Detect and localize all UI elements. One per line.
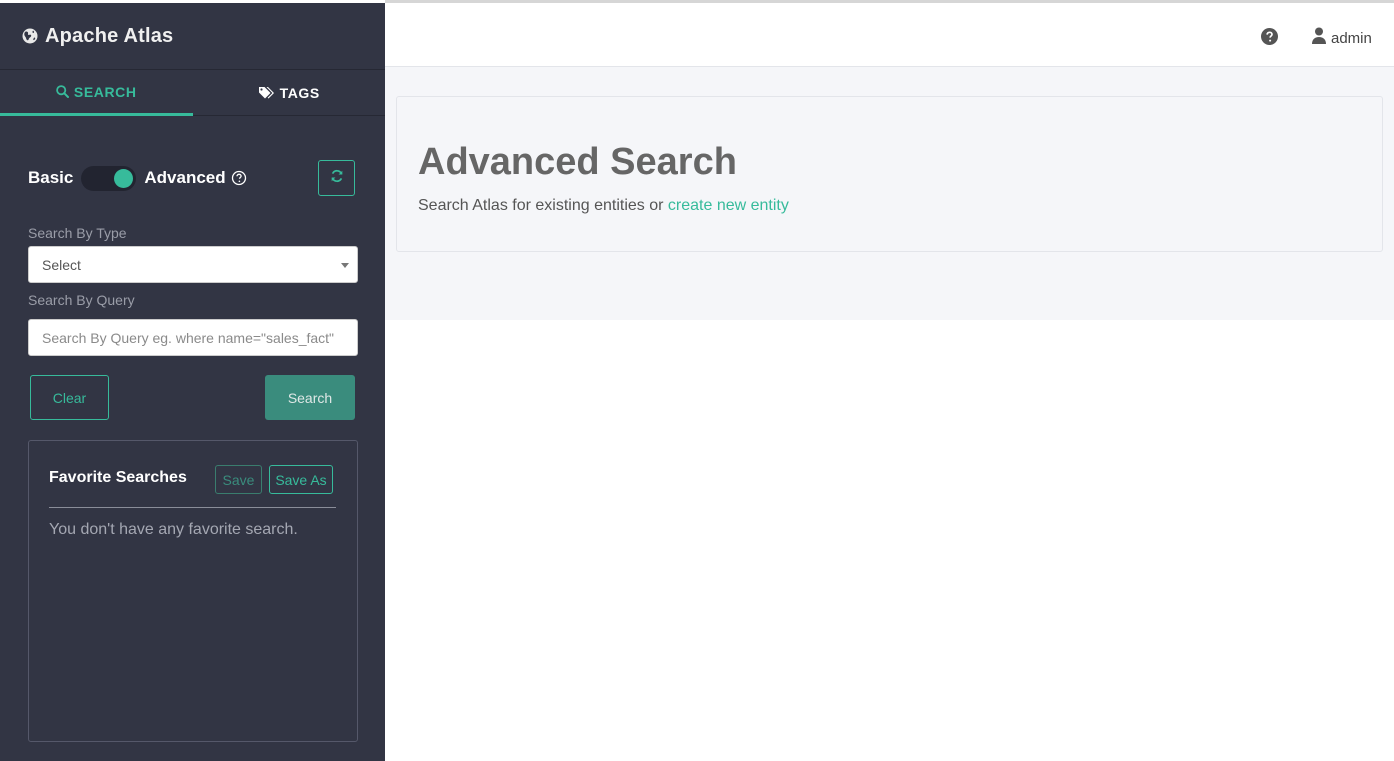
tags-icon — [258, 86, 275, 100]
search-icon — [56, 85, 69, 98]
create-new-entity-link[interactable]: create new entity — [668, 197, 789, 214]
tab-tags-label: TAGS — [279, 84, 320, 101]
tab-tags[interactable]: TAGS — [193, 70, 386, 115]
user-icon — [1312, 27, 1326, 49]
page-title: Advanced Search — [418, 141, 737, 183]
advanced-search-card: Advanced Search Search Atlas for existin… — [396, 96, 1383, 252]
sidebar: Apache Atlas SEARCH TAGS Basic Advanced — [0, 3, 385, 761]
question-circle-icon[interactable] — [1261, 28, 1278, 45]
tab-search-label: SEARCH — [73, 83, 137, 100]
app-title: Apache Atlas — [45, 24, 174, 47]
favorite-searches-panel: Favorite Searches Save Save As You don't… — [28, 440, 358, 742]
toggle-knob — [114, 168, 134, 188]
globe-icon — [22, 28, 38, 44]
refresh-button[interactable] — [318, 160, 355, 196]
search-button[interactable]: Search — [265, 375, 355, 420]
clear-button[interactable]: Clear — [30, 375, 109, 420]
refresh-icon — [330, 169, 344, 188]
favorite-searches-header: Favorite Searches Save Save As — [49, 465, 336, 508]
brand[interactable]: Apache Atlas — [0, 3, 385, 70]
save-button[interactable]: Save — [215, 465, 262, 494]
search-by-type-label: Search By Type — [28, 225, 127, 241]
advanced-label: Advanced — [144, 168, 226, 187]
tab-search[interactable]: SEARCH — [0, 70, 193, 116]
favorite-searches-title: Favorite Searches — [49, 469, 187, 486]
sidebar-tabs: SEARCH TAGS — [0, 70, 385, 116]
caret-down-icon — [341, 263, 349, 268]
basic-label: Basic — [28, 168, 74, 187]
search-by-type-select[interactable]: Select — [28, 246, 358, 283]
help-circle-icon[interactable] — [231, 170, 247, 186]
mode-toggle-switch[interactable] — [81, 165, 137, 191]
favorite-empty-message: You don't have any favorite search. — [49, 521, 298, 538]
subtitle-text: Search Atlas for existing entities or — [418, 197, 668, 214]
search-by-query-label: Search By Query — [28, 292, 135, 308]
user-name: admin — [1331, 29, 1372, 47]
user-menu[interactable]: admin — [1312, 27, 1372, 49]
save-as-button[interactable]: Save As — [269, 465, 333, 494]
mode-toggle-row: Basic Advanced — [28, 160, 355, 196]
select-value: Select — [42, 256, 81, 273]
search-by-query-input[interactable] — [28, 319, 358, 356]
top-header: admin — [385, 0, 1394, 67]
page-subtitle: Search Atlas for existing entities or cr… — [418, 197, 789, 215]
